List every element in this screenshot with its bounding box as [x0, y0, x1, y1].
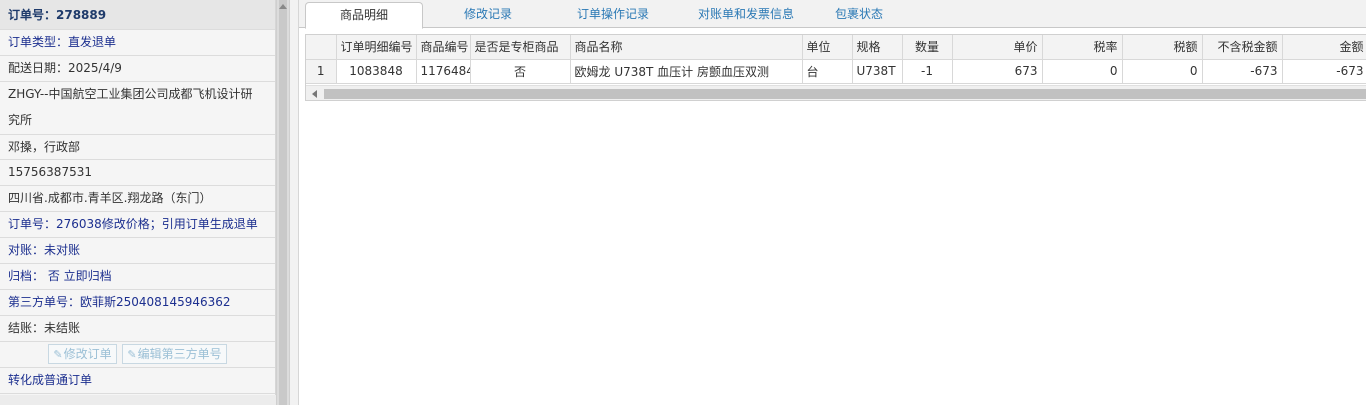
row-number: 1	[306, 59, 337, 84]
cell-unit: 台	[802, 59, 853, 84]
cell-product-no-link[interactable]: 1176484	[416, 59, 471, 84]
header-unit[interactable]: 单位	[802, 35, 853, 60]
contact-person: 邓搡，行政部	[0, 135, 275, 161]
header-amount-excl-tax[interactable]: 不含税金额	[1202, 35, 1283, 60]
header-product-no[interactable]: 商品编号	[416, 35, 471, 60]
order-type: 订单类型：直发退单	[0, 30, 275, 56]
tab-modify-records[interactable]: 修改记录	[431, 2, 545, 28]
cell-amount-excl-tax: -673	[1202, 59, 1283, 84]
header-detail-no[interactable]: 订单明细编号	[336, 35, 417, 60]
edit-order-label: 修改订单	[63, 347, 112, 362]
header-amount[interactable]: 金额	[1282, 35, 1366, 60]
scrollbar-thumb[interactable]	[324, 89, 1366, 99]
cell-spec: U738T	[852, 59, 903, 84]
delivery-date: 配送日期：2025/4/9	[0, 56, 275, 82]
collapse-arrow-icon[interactable]	[279, 4, 287, 9]
horizontal-scrollbar[interactable]	[306, 85, 1366, 100]
cell-tax-amount: 0	[1122, 59, 1203, 84]
settle-status: 结账：未结账	[0, 316, 275, 342]
cell-unit-price: 673	[952, 59, 1043, 84]
edit-third-party-button[interactable]: ✎编辑第三方单号	[122, 344, 227, 365]
order-note: 订单号：276038修改价格；引用订单生成退单	[0, 212, 275, 239]
cell-quantity: -1	[902, 59, 953, 84]
edit-icon: ✎	[53, 348, 63, 362]
tab-product-details[interactable]: 商品明细	[305, 2, 423, 29]
main-content: 商品明细 修改记录 订单操作记录 对账单和发票信息 包裹状态 订单明细编号 商品…	[298, 0, 1366, 405]
action-buttons: ✎修改订单 ✎编辑第三方单号	[0, 342, 275, 368]
header-quantity[interactable]: 数量	[902, 35, 953, 60]
company-name: ZHGY--中国航空工业集团公司成都飞机设计研究所	[0, 82, 275, 135]
tab-bar: 商品明细 修改记录 订单操作记录 对账单和发票信息 包裹状态	[299, 0, 1366, 29]
archive-status[interactable]: 归档： 否 立即归档	[0, 264, 275, 290]
third-party-order-no: 第三方单号：欧菲斯250408145946362	[0, 290, 275, 316]
scroll-left-arrow-icon[interactable]	[312, 90, 317, 98]
header-rownum	[306, 35, 337, 60]
header-unit-price[interactable]: 单价	[952, 35, 1043, 60]
convert-to-normal-order-link[interactable]: 转化成普通订单	[0, 368, 275, 394]
cell-detail-no: 1083848	[336, 59, 417, 84]
panel-footer	[0, 395, 276, 405]
cell-product-name-link[interactable]: 欧姆龙 U738T 血压计 房颤血压双测	[570, 59, 803, 84]
order-info-panel: 订单号：278889 订单类型：直发退单 配送日期：2025/4/9 ZHGY-…	[0, 0, 276, 405]
tab-order-operation-records[interactable]: 订单操作记录	[553, 2, 673, 28]
tab-package-status[interactable]: 包裹状态	[819, 2, 899, 28]
table-row[interactable]: 1 1083848 1176484 否 欧姆龙 U738T 血压计 房颤血压双测…	[306, 59, 1366, 84]
header-tax-amount[interactable]: 税额	[1122, 35, 1203, 60]
header-is-counter[interactable]: 是否是专柜商品	[470, 35, 571, 60]
splitter-grip[interactable]	[279, 0, 287, 405]
edit-icon: ✎	[127, 348, 137, 362]
product-grid: 订单明细编号 商品编号 是否是专柜商品 商品名称 单位 规格 数量 单价 税率 …	[305, 34, 1366, 101]
cell-is-counter: 否	[470, 59, 571, 84]
reconcile-status: 对账：未对账	[0, 238, 275, 265]
grid-header-row: 订单明细编号 商品编号 是否是专柜商品 商品名称 单位 规格 数量 单价 税率 …	[306, 35, 1366, 60]
order-number: 订单号：278889	[0, 0, 275, 30]
edit-third-party-label: 编辑第三方单号	[137, 347, 222, 362]
header-tax-rate[interactable]: 税率	[1042, 35, 1123, 60]
header-spec[interactable]: 规格	[852, 35, 903, 60]
cell-tax-rate: 0	[1042, 59, 1123, 84]
delivery-address: 四川省.成都市.青羊区.翔龙路（东门）	[0, 186, 275, 213]
cell-amount: -673	[1282, 59, 1366, 84]
tab-statement-invoice[interactable]: 对账单和发票信息	[679, 2, 813, 28]
panel-splitter[interactable]	[276, 0, 290, 405]
header-product-name[interactable]: 商品名称	[570, 35, 803, 60]
edit-order-button[interactable]: ✎修改订单	[48, 344, 117, 365]
contact-phone: 15756387531	[0, 160, 275, 187]
